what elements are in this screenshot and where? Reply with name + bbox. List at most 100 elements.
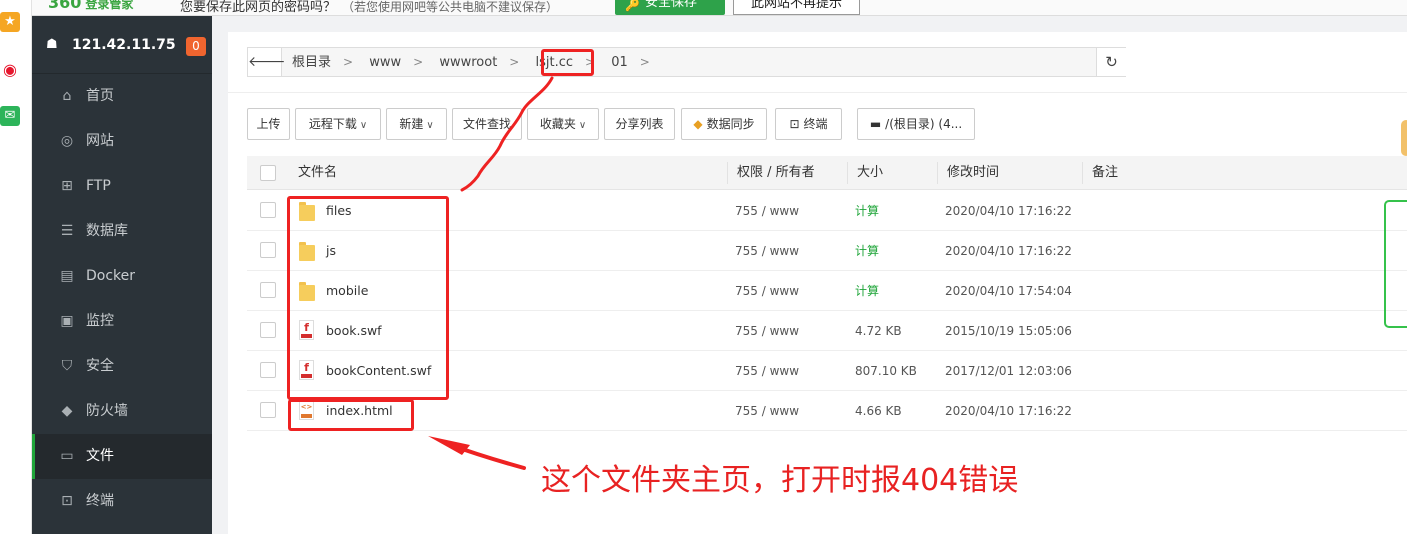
chevron-down-icon: ∨ bbox=[359, 120, 368, 131]
sidebar-item-label: 文件 bbox=[86, 448, 114, 464]
share-list-button[interactable]: 分享列表 bbox=[604, 108, 675, 140]
sidebar-item-label: 监控 bbox=[86, 313, 114, 329]
sidebar-item-label: 防火墙 bbox=[86, 403, 128, 419]
annotation-box-files bbox=[287, 196, 449, 400]
header-mtime[interactable]: 修改时间 bbox=[947, 156, 999, 190]
disk-icon: ▬ bbox=[869, 117, 882, 131]
sidebar-item-firewall[interactable]: ◆ 防火墙 bbox=[32, 389, 212, 434]
breadcrumb: 根目录 > www > wwwroot > lsjt.cc > 01 > bbox=[292, 48, 662, 76]
server-header: ☗ 121.42.11.75 0 bbox=[32, 16, 212, 74]
diamond-icon: ◆ bbox=[693, 117, 703, 131]
column-divider bbox=[937, 162, 938, 184]
sidebar-item-files[interactable]: ▭ 文件 bbox=[32, 434, 212, 479]
docker-icon: ▤ bbox=[60, 268, 74, 284]
find-file-button[interactable]: 文件查找 bbox=[452, 108, 522, 140]
crumb-01[interactable]: 01 bbox=[611, 49, 628, 77]
sidebar-item-website[interactable]: ◎ 网站 bbox=[32, 119, 212, 164]
file-permission[interactable]: 755 / www bbox=[735, 351, 799, 391]
arrow-left-icon: 🡐 bbox=[248, 54, 286, 70]
header-name[interactable]: 文件名 bbox=[298, 156, 337, 190]
terminal-icon: ⊡ bbox=[789, 117, 800, 131]
crumb-root[interactable]: 根目录 bbox=[292, 49, 331, 77]
table-header: 文件名 权限 / 所有者 大小 修改时间 备注 bbox=[247, 156, 1407, 190]
file-mtime: 2020/04/10 17:16:22 bbox=[945, 204, 1072, 218]
file-mtime: 2020/04/10 17:16:22 bbox=[945, 244, 1072, 258]
login-manager-logo: 360 登录管家 bbox=[48, 0, 134, 12]
key-icon: 🔑 bbox=[625, 0, 640, 12]
chevron-right-icon: > bbox=[509, 55, 520, 69]
row-checkbox[interactable] bbox=[260, 322, 276, 338]
row-checkbox[interactable] bbox=[260, 202, 276, 218]
upload-button[interactable]: 上传 bbox=[247, 108, 290, 140]
file-mtime: 2015/10/19 15:05:06 bbox=[945, 324, 1072, 338]
column-divider bbox=[727, 162, 728, 184]
floating-widget[interactable] bbox=[1401, 120, 1407, 156]
file-permission[interactable]: 755 / www bbox=[735, 191, 799, 231]
sidebar-item-home[interactable]: ⌂ 首页 bbox=[32, 74, 212, 119]
database-icon: ☰ bbox=[60, 223, 74, 239]
row-checkbox[interactable] bbox=[260, 402, 276, 418]
save-password-message: 您要保存此网页的密码吗？ （若您使用网吧等公共电脑不建议保存） bbox=[180, 0, 559, 15]
sidebar-item-docker[interactable]: ▤ Docker bbox=[32, 254, 212, 299]
back-button[interactable]: 🡐 bbox=[248, 48, 286, 76]
file-size: 807.10 KB bbox=[855, 364, 917, 378]
mail-icon[interactable]: ✉ bbox=[0, 106, 20, 126]
sidebar-item-database[interactable]: ☰ 数据库 bbox=[32, 209, 212, 254]
sidebar-item-ftp[interactable]: ⊞ FTP bbox=[32, 164, 212, 209]
annotation-text: 这个文件夹主页，打开时报404错误 bbox=[541, 463, 1019, 498]
globe-icon: ◎ bbox=[60, 133, 74, 149]
terminal-button[interactable]: ⊡ 终端 bbox=[775, 108, 842, 140]
green-highlight-box bbox=[1384, 200, 1407, 328]
sidebar-item-label: 终端 bbox=[86, 493, 114, 509]
row-checkbox[interactable] bbox=[260, 242, 276, 258]
divider bbox=[228, 92, 1407, 93]
crumb-wwwroot[interactable]: wwwroot bbox=[439, 49, 497, 77]
save-password-hint: （若您使用网吧等公共电脑不建议保存） bbox=[342, 0, 559, 14]
sidebar-item-label: 数据库 bbox=[86, 223, 128, 239]
refresh-button[interactable]: ↻ bbox=[1096, 48, 1126, 76]
weibo-icon[interactable]: ◉ bbox=[0, 60, 20, 80]
file-size[interactable]: 计算 bbox=[855, 271, 879, 311]
file-mtime: 2020/04/10 17:16:22 bbox=[945, 404, 1072, 418]
star-icon[interactable]: ★ bbox=[0, 12, 20, 32]
file-permission[interactable]: 755 / www bbox=[735, 311, 799, 351]
row-checkbox[interactable] bbox=[260, 282, 276, 298]
chevron-down-icon: ∨ bbox=[426, 120, 434, 131]
shield-icon: ⛉ bbox=[61, 358, 73, 374]
column-divider bbox=[847, 162, 848, 184]
header-size[interactable]: 大小 bbox=[857, 156, 883, 190]
crumb-www[interactable]: www bbox=[369, 49, 401, 77]
sidebar-item-label: 安全 bbox=[86, 358, 114, 374]
file-size[interactable]: 计算 bbox=[855, 231, 879, 271]
save-password-button[interactable]: 🔑 安全保存 bbox=[615, 0, 725, 15]
sidebar-item-security[interactable]: ⛉ 安全 bbox=[32, 344, 212, 389]
annotation-box-index bbox=[288, 399, 414, 431]
folder-icon: ▭ bbox=[60, 448, 74, 464]
select-all-checkbox[interactable] bbox=[260, 165, 276, 181]
server-icon: ☗ bbox=[46, 37, 58, 52]
header-note: 备注 bbox=[1092, 165, 1119, 180]
data-sync-button[interactable]: ◆ 数据同步 bbox=[681, 108, 767, 140]
sidebar-item-terminal[interactable]: ⊡ 终端 bbox=[32, 479, 212, 524]
file-size[interactable]: 计算 bbox=[855, 191, 879, 231]
chevron-down-icon: ∨ bbox=[578, 120, 587, 131]
file-permission[interactable]: 755 / www bbox=[735, 391, 799, 431]
file-mtime: 2017/12/01 12:03:06 bbox=[945, 364, 1072, 378]
home-icon: ⌂ bbox=[62, 88, 72, 104]
sidebar-item-monitor[interactable]: ▣ 监控 bbox=[32, 299, 212, 344]
annotation-box-crumb bbox=[541, 49, 594, 76]
file-permission[interactable]: 755 / www bbox=[735, 271, 799, 311]
sidebar-item-label: 首页 bbox=[86, 88, 114, 104]
sidebar: ☗ 121.42.11.75 0 ⌂ 首页 ◎ 网站 ⊞ FTP ☰ 数据库 ▤ Dock… bbox=[32, 16, 212, 534]
new-button[interactable]: 新建 ∨ bbox=[386, 108, 447, 140]
ftp-icon: ⊞ bbox=[61, 178, 73, 194]
file-permission[interactable]: 755 / www bbox=[735, 231, 799, 271]
remote-download-button[interactable]: 远程下载 ∨ bbox=[295, 108, 381, 140]
favorites-button[interactable]: 收藏夹 ∨ bbox=[527, 108, 599, 140]
notification-badge[interactable]: 0 bbox=[186, 37, 206, 56]
never-prompt-button[interactable]: 此网站不再提示 bbox=[733, 0, 860, 15]
header-permission[interactable]: 权限 / 所有者 bbox=[737, 156, 815, 190]
row-checkbox[interactable] bbox=[260, 362, 276, 378]
disk-button[interactable]: ▬/(根目录) (4... bbox=[857, 108, 975, 140]
chevron-right-icon: > bbox=[413, 55, 424, 69]
